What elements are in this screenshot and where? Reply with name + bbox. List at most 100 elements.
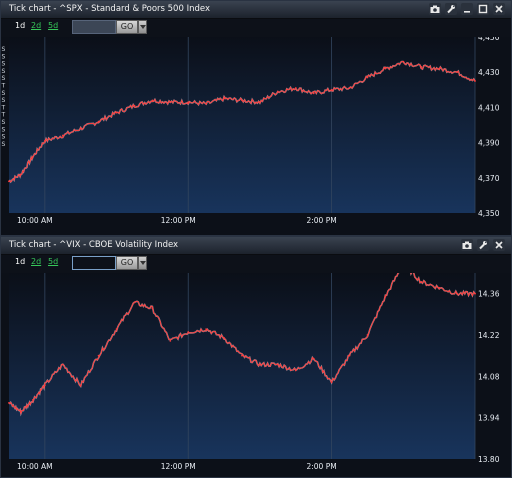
data-point (438, 286, 441, 289)
data-point (474, 292, 476, 295)
range-1d[interactable]: 1d (15, 21, 25, 30)
x-axis-strip (1, 213, 511, 235)
camera-icon[interactable] (429, 3, 441, 15)
data-point (31, 399, 34, 401)
vix-chart: 10:00 AM 12:00 PM 2:00 PM 14.36 14.22 14.08 13… (1, 273, 511, 477)
range-2d[interactable]: 2d (31, 21, 41, 30)
y-tick-label: 4,350 (478, 209, 500, 218)
y-tick-label: 4,390 (478, 139, 500, 148)
symbol-input[interactable] (72, 256, 116, 270)
plot-area (9, 273, 475, 459)
y-tick-label: 14.36 (478, 290, 500, 299)
window-titlebar[interactable]: Tick chart - ^SPX - Standard & Poors 500… (1, 1, 511, 19)
data-point (205, 102, 208, 105)
data-point (115, 328, 118, 330)
data-point (366, 334, 369, 336)
data-point (474, 80, 476, 82)
edge-glyph: S (2, 126, 6, 133)
data-point (259, 101, 261, 104)
data-point (205, 328, 208, 330)
y-tick-label: 4,370 (478, 174, 500, 183)
data-point (169, 340, 172, 342)
data-point (330, 381, 333, 384)
window-title: Tick chart - ^VIX - CBOE Volatility Inde… (9, 240, 179, 250)
go-button[interactable]: GO (116, 20, 138, 34)
data-point (79, 384, 82, 387)
edge-glyph: T (1, 83, 6, 90)
data-point (223, 97, 225, 100)
edge-glyph: S (2, 134, 6, 141)
wrench-icon[interactable] (477, 239, 489, 251)
go-dropdown-arrow[interactable] (138, 256, 147, 270)
chart-toolbar: 1d 2d 5d GO (1, 19, 511, 37)
edge-glyph: S (2, 61, 6, 68)
edge-glyph: S (2, 68, 6, 75)
data-point (438, 67, 441, 70)
data-point (456, 71, 458, 74)
data-point (223, 337, 225, 339)
x-tick-label: 2:00 PM (306, 216, 336, 225)
wrench-icon[interactable] (445, 3, 457, 15)
data-point (348, 87, 351, 89)
y-tick-label: 13.80 (478, 455, 500, 464)
symbol-input[interactable] (72, 20, 116, 34)
data-point (348, 354, 351, 357)
data-point (97, 120, 100, 123)
data-point (241, 354, 243, 357)
data-point (187, 101, 190, 104)
data-point (259, 363, 261, 366)
y-axis-strip (475, 273, 511, 459)
data-point (151, 307, 154, 310)
edge-glyph: S (2, 119, 6, 126)
go-button[interactable]: GO (116, 256, 138, 270)
go-dropdown-arrow[interactable] (138, 20, 147, 34)
data-point (420, 66, 423, 68)
data-point (366, 76, 369, 79)
edge-glyph: S (2, 90, 6, 97)
data-point (20, 173, 22, 176)
data-point (312, 92, 315, 95)
data-point (276, 90, 279, 93)
close-icon[interactable] (493, 239, 505, 251)
range-5d[interactable]: 5d (48, 257, 58, 266)
range-1d[interactable]: 1d (15, 257, 25, 266)
vix-chart-svg: 10:00 AM 12:00 PM 2:00 PM 14.36 14.22 14.08 13… (1, 273, 511, 477)
close-icon[interactable] (493, 3, 505, 15)
spx-chart-window: Tick chart - ^SPX - Standard & Poors 500… (0, 0, 512, 236)
data-point (384, 295, 387, 298)
minimize-icon[interactable] (461, 3, 473, 15)
data-point (384, 67, 387, 70)
chart-toolbar: 1d 2d 5d GO (1, 255, 511, 273)
y-tick-label: 14.22 (478, 331, 500, 340)
data-point (456, 292, 458, 295)
y-tick-label: 14.08 (478, 372, 500, 381)
camera-icon[interactable] (461, 239, 473, 251)
vix-chart-window: Tick chart - ^VIX - CBOE Volatility Inde… (0, 236, 512, 478)
edge-glyph: S (2, 141, 6, 148)
maximize-icon[interactable] (477, 3, 489, 15)
y-tick-label: 4,450 (478, 37, 500, 42)
window-titlebar[interactable]: Tick chart - ^VIX - CBOE Volatility Inde… (1, 237, 511, 255)
data-point (330, 88, 333, 91)
data-point (133, 301, 136, 304)
range-2d[interactable]: 2d (31, 257, 41, 266)
edge-glyph: S (2, 75, 6, 82)
data-point (187, 331, 190, 333)
edge-glyph: S (2, 97, 6, 104)
data-point (20, 410, 22, 413)
data-point (115, 111, 118, 114)
data-point (133, 104, 136, 107)
edge-glyph: S (2, 46, 6, 53)
spx-chart: 10:00 AM 12:00 PM 2:00 PM 4,450 4,430 4,410 4,… (1, 37, 511, 235)
data-point (276, 363, 279, 366)
data-point (151, 99, 154, 102)
x-tick-label: 10:00 AM (17, 462, 53, 471)
x-tick-label: 10:00 AM (17, 216, 53, 225)
y-axis-strip (475, 37, 511, 213)
edge-glyph: T (1, 112, 6, 119)
x-tick-label: 12:00 PM (161, 462, 196, 471)
edge-glyph: S (2, 53, 6, 60)
range-5d[interactable]: 5d (48, 21, 58, 30)
spx-chart-svg: 10:00 AM 12:00 PM 2:00 PM 4,450 4,430 4,410 4,… (1, 37, 511, 235)
y-tick-label: 4,430 (478, 68, 500, 77)
